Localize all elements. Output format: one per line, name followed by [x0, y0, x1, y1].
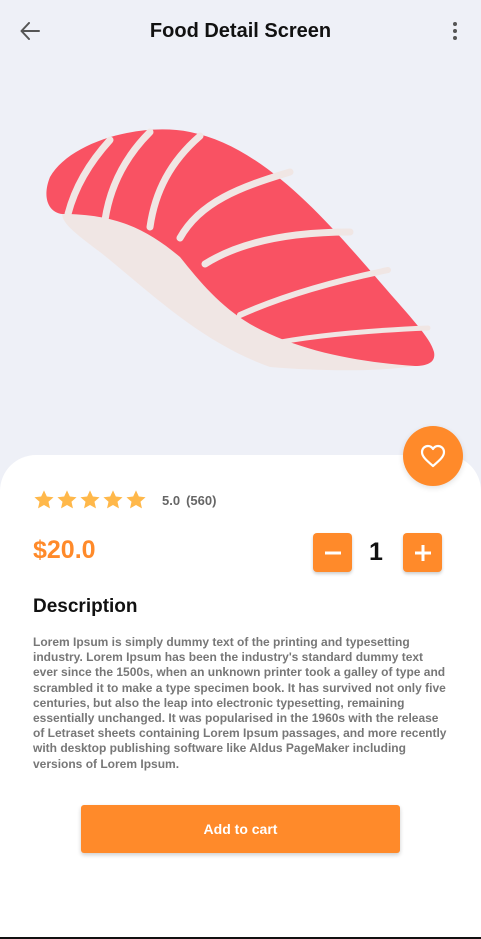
description-heading: Description: [33, 596, 138, 617]
heart-outline-icon: [420, 444, 446, 468]
rating-score: 5.0: [162, 492, 181, 508]
star-rating: [33, 489, 147, 511]
arrow-left-icon: [20, 22, 40, 40]
minus-icon: [324, 551, 341, 554]
star-icon: [57, 490, 77, 509]
back-button[interactable]: [14, 16, 46, 46]
plus-icon: [414, 544, 431, 561]
price-label: $20.0: [33, 536, 96, 564]
add-to-cart-button[interactable]: Add to cart: [81, 805, 400, 853]
quantity-value: 1: [369, 538, 383, 566]
page-title: Food Detail Screen: [149, 19, 332, 42]
star-icon: [80, 490, 100, 509]
increment-button[interactable]: [403, 533, 442, 572]
more-vertical-icon: [453, 22, 457, 40]
rating-count: (560): [186, 492, 217, 508]
food-image: [0, 62, 481, 462]
decrement-button[interactable]: [313, 533, 352, 572]
rating-row: 5.0 (560): [33, 488, 216, 512]
star-icon: [103, 490, 123, 509]
description-text: Lorem Ipsum is simply dummy text of the …: [33, 635, 447, 771]
rating-text: 5.0 (560): [162, 493, 216, 508]
more-menu-button[interactable]: [441, 16, 469, 46]
favorite-button[interactable]: [403, 426, 463, 486]
app-bar: Food Detail Screen: [0, 0, 481, 62]
star-icon: [34, 490, 54, 509]
star-icon: [126, 490, 146, 509]
